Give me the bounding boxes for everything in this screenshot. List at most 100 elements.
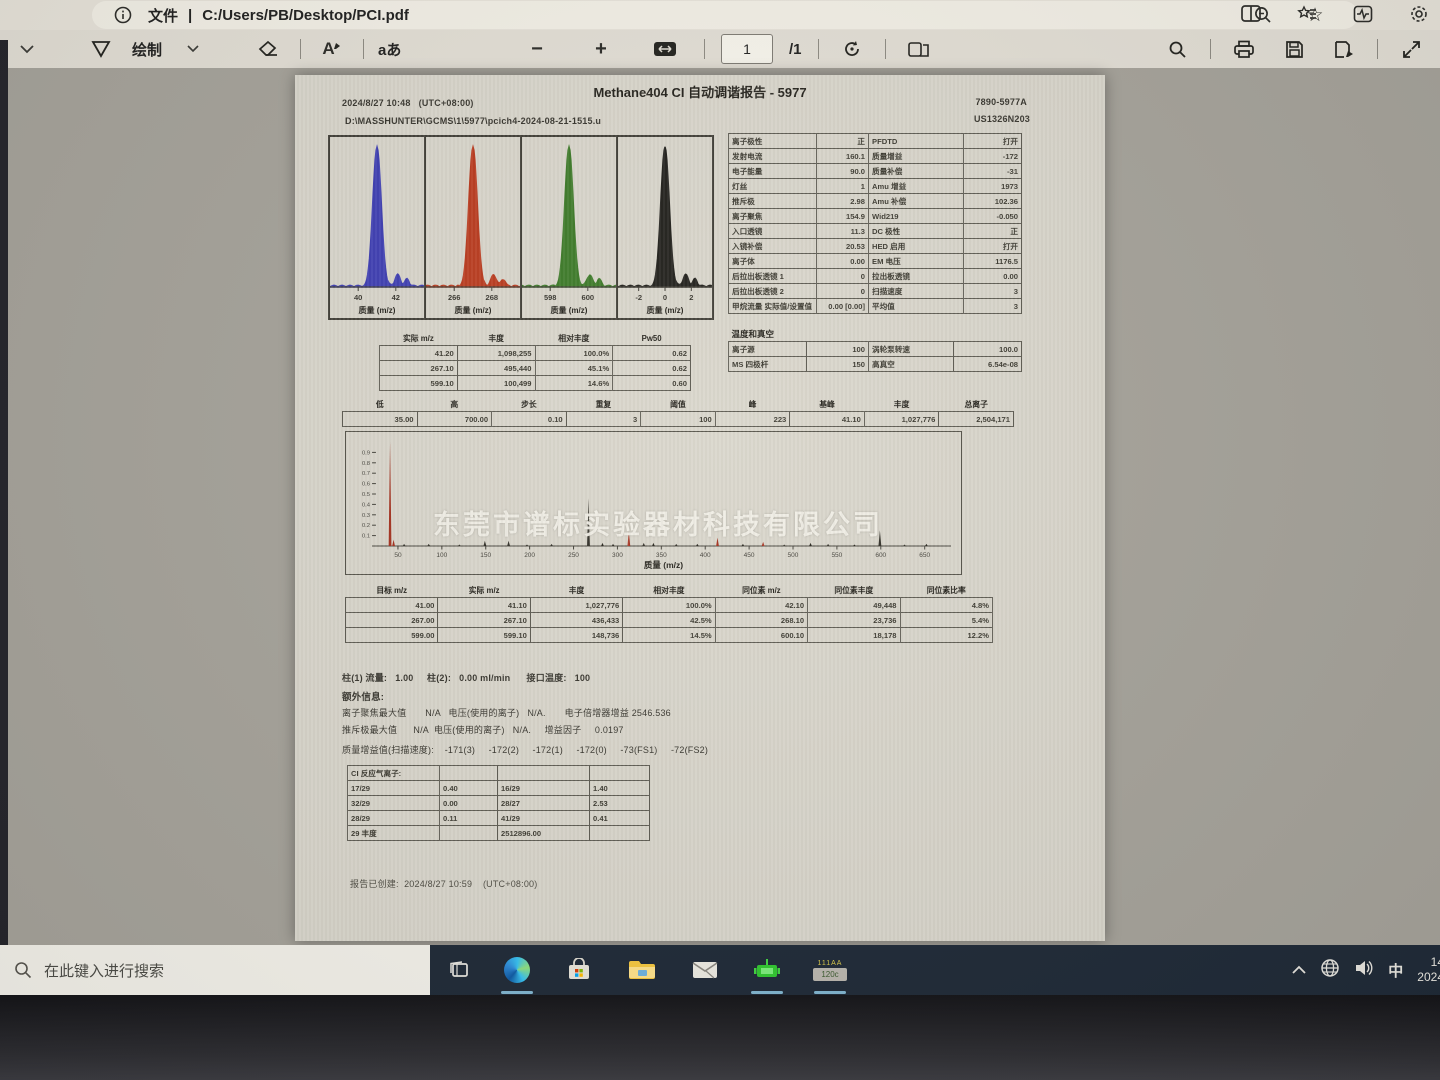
cell: 后拉出板透镜 1 [729, 269, 817, 284]
cell: 154.9 [817, 209, 869, 224]
windows-taskbar: 在此键入进行搜索 111AA 120c 中 [0, 945, 1440, 995]
svg-text:0.8: 0.8 [362, 461, 370, 467]
cell: 3 [964, 299, 1022, 314]
table-row: 入镜补偿20.53HED 启用打开 [729, 239, 1022, 254]
table-row: 后拉出板透镜 20扫描速度3 [729, 284, 1022, 299]
network-globe-icon[interactable] [1320, 958, 1340, 983]
svg-text:100: 100 [436, 552, 447, 559]
cell: 0.62 [613, 346, 691, 361]
table-row: 267.10495,44045.1%0.62 [380, 361, 691, 376]
cell: 148,736 [530, 628, 622, 643]
svg-text:500: 500 [788, 552, 799, 559]
cell [498, 766, 590, 781]
cell: 高真空 [869, 357, 954, 372]
rotate-icon[interactable] [835, 37, 869, 61]
collapse-chevron-icon[interactable] [10, 37, 44, 61]
taskbar-search-box[interactable]: 在此键入进行搜索 [0, 945, 430, 995]
screen-left-edge [0, 40, 8, 945]
hidden-icons-chevron[interactable] [1292, 961, 1306, 979]
draw-label[interactable]: 绘制 [132, 39, 162, 60]
mass-gain-line: 质量增益值(扫描速度): -171(3) -172(2) -172(1) -17… [342, 743, 708, 756]
cell: 41.10 [790, 412, 865, 427]
cell: 1,027,776 [864, 412, 939, 427]
table-title: 温度和真空 [729, 327, 1022, 342]
split-screen-icon[interactable] [1234, 2, 1268, 26]
task-view-button[interactable] [438, 950, 482, 990]
fit-page-icon[interactable] [648, 37, 682, 61]
instrument-status-text: 111AA [813, 960, 847, 968]
info-icon[interactable] [106, 3, 140, 27]
cell: 0.00 [0.00] [817, 299, 869, 314]
table-row: 发射电流160.1质量增益-172 [729, 149, 1022, 164]
read-aloud-icon[interactable]: aあ [378, 39, 401, 60]
file-explorer-taskbar-icon[interactable] [620, 950, 664, 990]
column-header: 同位素 m/z [715, 583, 807, 598]
add-text-icon[interactable]: A [315, 37, 349, 61]
cell: 268.10 [715, 613, 807, 628]
table-row: 28/290.1141/290.41 [348, 811, 650, 826]
instrument-model: 7890-5977A [975, 97, 1027, 107]
draw-chevron-icon[interactable] [176, 37, 210, 61]
page-view-icon[interactable] [902, 37, 936, 61]
divider: | [188, 7, 192, 24]
masshunter-app-taskbar-icon[interactable]: 111AA 120c [808, 950, 852, 990]
column-header: 相对丰度 [623, 583, 715, 598]
svg-text:350: 350 [656, 552, 667, 559]
peak-abundance-table: 实际 m/z丰度相对丰度Pw5041.201,098,255100.0%0.62… [379, 331, 691, 391]
eraser-icon[interactable] [252, 37, 286, 61]
print-icon[interactable] [1227, 37, 1261, 61]
column-header: 重复 [566, 397, 641, 412]
file-menu-label[interactable]: 文件 [148, 5, 178, 26]
zoom-out-icon[interactable]: − [520, 37, 554, 61]
volume-icon[interactable] [1354, 959, 1374, 982]
cell: 2,504,171 [939, 412, 1014, 427]
cell: 0.60 [613, 376, 691, 391]
svg-text:-2: -2 [635, 293, 642, 302]
taskbar-clock[interactable]: 14:1 2024/8 [1417, 955, 1440, 985]
cell: 160.1 [817, 149, 869, 164]
collections-icon[interactable] [1290, 2, 1324, 26]
cell: 20.53 [817, 239, 869, 254]
svg-text:250: 250 [568, 552, 579, 559]
cell: 14.5% [623, 628, 715, 643]
page-number-input[interactable] [721, 34, 773, 64]
browser-essentials-icon[interactable] [1346, 2, 1380, 26]
svg-text:650: 650 [919, 552, 930, 559]
cell: 1,027,776 [530, 598, 622, 613]
cell: 5.4% [900, 613, 992, 628]
table-row: 41.0041.101,027,776100.0%42.1049,4484.8% [346, 598, 993, 613]
svg-text:400: 400 [700, 552, 711, 559]
cell: HED 启用 [869, 239, 964, 254]
cell: 0.62 [613, 361, 691, 376]
cell: 质量增益 [869, 149, 964, 164]
address-bar[interactable]: 文件 | C:/Users/PB/Desktop/PCI.pdf ☆ [92, 1, 1358, 29]
cell: 1,098,255 [457, 346, 535, 361]
table-row: 电子能量90.0质量补偿-31 [729, 164, 1022, 179]
ime-indicator[interactable]: 中 [1388, 960, 1403, 981]
save-as-icon[interactable] [1327, 37, 1361, 61]
cell: 42.10 [715, 598, 807, 613]
cell: PFDTD [869, 134, 964, 149]
find-in-document-icon[interactable] [1160, 37, 1194, 61]
column-header: 相对丰度 [535, 331, 613, 346]
target-masses-table: 目标 m/z实际 m/z丰度相对丰度同位素 m/z同位素丰度同位素比率41.00… [345, 583, 993, 643]
cell: 267.10 [380, 361, 458, 376]
pdf-page: Methane404 CI 自动调谐报告 - 5977 2024/8/27 10… [295, 75, 1105, 941]
fullscreen-icon[interactable] [1394, 37, 1428, 61]
instrument-app-taskbar-icon[interactable] [745, 950, 789, 990]
cell: 41.00 [346, 598, 438, 613]
cell: 4.8% [900, 598, 992, 613]
page-count-label: /1 [789, 41, 802, 58]
mail-taskbar-icon[interactable] [683, 950, 727, 990]
cell: 599.10 [380, 376, 458, 391]
settings-menu-icon[interactable] [1402, 2, 1436, 26]
svg-text:450: 450 [744, 552, 755, 559]
draw-pen-icon[interactable] [84, 37, 118, 61]
cell: 0 [817, 269, 869, 284]
save-icon[interactable] [1277, 37, 1311, 61]
cell: 28/27 [498, 796, 590, 811]
zoom-in-icon[interactable]: + [584, 37, 618, 61]
store-taskbar-icon[interactable] [557, 950, 601, 990]
edge-taskbar-icon[interactable] [495, 950, 539, 990]
cell: 1973 [964, 179, 1022, 194]
